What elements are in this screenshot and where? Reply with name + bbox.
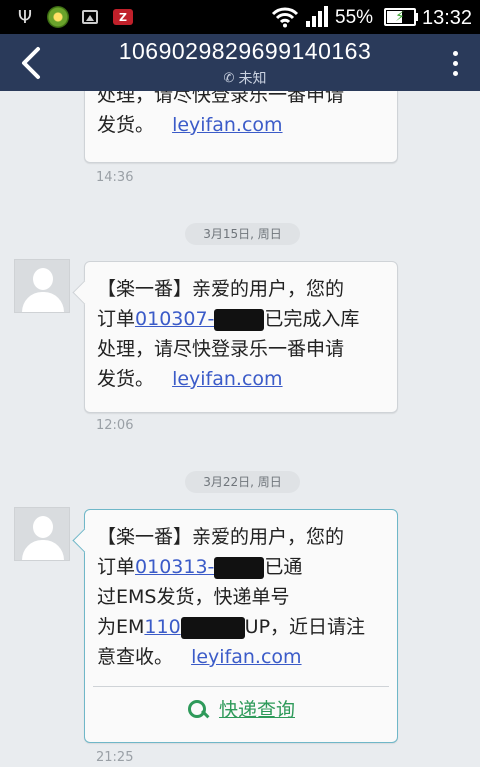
status-bar: Ψ Z 55% ⚡ 13:32 [0,0,480,34]
contact-status-label: 未知 [238,71,267,87]
message-link[interactable]: leyifan.com [191,646,301,668]
gallery-icon [80,5,100,29]
redaction [180,616,245,639]
more-vert-icon [452,50,458,56]
message-time: 14:36 [96,170,134,185]
message-list[interactable]: 处理，请尽快登录乐一番申请 发货。 leyifan.com 14:36 3月15… [0,91,480,767]
chevron-left-icon [22,47,40,79]
message-line: 【楽一番】亲爱的用户，您的 [97,278,345,300]
message-time: 12:06 [96,418,134,433]
sender-avatar[interactable] [14,259,70,313]
redaction [214,556,265,579]
message-time: 21:25 [96,750,134,765]
usb-icon: Ψ [17,6,33,28]
contact-status: ✆ 未知 [70,68,420,88]
message-line: 订单010313- 已通 [97,556,303,579]
message-line: 过EMS发货，快递单号 [97,586,290,608]
order-number-link[interactable]: 010313- [135,556,214,578]
message-bubble[interactable]: 【楽一番】亲爱的用户，您的 订单010313- 已通 过EMS发货，快递单号 为E… [84,509,398,743]
message-line: 意查收。 leyifan.com [97,646,302,668]
battery-charging-icon: ⚡ [382,5,418,29]
message-text: 发货。 [97,114,155,136]
back-button[interactable] [6,40,56,86]
contact-phone-number: 1069029829699140163 [118,38,372,64]
order-number-link[interactable]: 010307- [135,308,214,330]
search-icon [187,699,209,721]
message-bubble[interactable]: 【楽一番】亲爱的用户，您的 订单010307- 已完成入库 处理，请尽快登录乐一番… [84,261,398,413]
conversation-header: 1069029829699140163 ✆ 未知 [0,34,480,91]
message-link[interactable]: leyifan.com [172,114,282,136]
signal-icon [304,5,330,29]
app-z-icon: Z [112,5,134,29]
date-separator: 3月15日, 周日 [185,223,300,245]
message-line: 【楽一番】亲爱的用户，您的 [97,526,345,548]
message-link[interactable]: leyifan.com [172,368,282,390]
message-bubble[interactable]: 处理，请尽快登录乐一番申请 发货。 leyifan.com [84,91,398,163]
battery-percent: 55% [335,7,374,28]
wifi-icon [270,5,300,29]
message-line: 为EM110 UP，近日请注 [97,616,366,639]
date-separator: 3月22日, 周日 [185,471,300,493]
phone-icon: ✆ [223,70,235,86]
message-line: 发货。 leyifan.com [97,368,283,390]
message-line: 发货。 leyifan.com [97,110,385,140]
message-line: 处理，请尽快登录乐一番申请 [97,338,345,360]
redaction [214,308,265,331]
overflow-menu-button[interactable] [444,44,466,82]
message-line: 订单010307- 已完成入库 [97,308,360,331]
sender-avatar[interactable] [14,507,70,561]
tracking-number-link[interactable]: 110 [144,616,180,638]
status-clock: 13:32 [422,7,473,29]
app-icon [46,5,70,29]
message-line: 处理，请尽快登录乐一番申请 [97,91,345,106]
track-delivery-label: 快递查询 [218,699,295,721]
track-delivery-button[interactable]: 快递查询 [97,687,385,733]
